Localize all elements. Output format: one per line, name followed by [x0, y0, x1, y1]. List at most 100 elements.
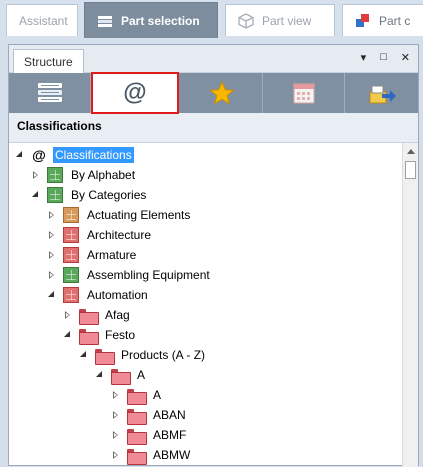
tree-item[interactable]: Assembling Equipment — [47, 265, 212, 285]
tree-item-label: A — [153, 388, 162, 402]
folder-icon — [79, 309, 99, 325]
tab-assistant-label: Assistant — [19, 13, 68, 28]
tree-item[interactable]: Actuating Elements — [47, 205, 192, 225]
folder-icon — [127, 429, 147, 445]
history-button[interactable] — [263, 73, 345, 113]
tree-item-label: Classifications — [53, 147, 134, 163]
tree-item-label: ABAN — [153, 408, 186, 422]
folder-icon — [127, 389, 147, 405]
classifications-button[interactable]: @ — [91, 72, 179, 114]
expanded-arrow-icon[interactable] — [31, 190, 41, 200]
panel-header: Structure ▾ □ ✕ — [9, 45, 418, 73]
tab-part-config[interactable]: Part c — [342, 4, 423, 36]
tree-item-label: By Categories — [71, 188, 147, 202]
books-button[interactable] — [9, 73, 91, 113]
tree-item[interactable]: Products (A - Z) — [79, 345, 207, 365]
close-icon[interactable]: ✕ — [401, 51, 410, 64]
folder-icon — [127, 409, 147, 425]
green-grid-icon — [63, 267, 79, 283]
tree-item-label: Actuating Elements — [87, 208, 191, 222]
export-button[interactable] — [345, 73, 420, 113]
tab-part-selection[interactable]: Part selection — [84, 2, 218, 38]
green-grid-icon — [47, 187, 63, 203]
panel-controls: ▾ □ ✕ — [361, 51, 410, 64]
section-title: Classifications — [9, 113, 418, 143]
tab-part-view[interactable]: Part view — [225, 4, 335, 36]
books-icon — [98, 15, 112, 27]
tree-item[interactable]: Architecture — [47, 225, 153, 245]
scroll-thumb[interactable] — [405, 161, 416, 179]
folder-icon — [111, 369, 131, 385]
books-icon — [37, 83, 62, 102]
tree-item[interactable]: ABMF — [111, 425, 188, 445]
tree-item-label: ABMF — [153, 428, 187, 442]
red-grid-icon — [63, 247, 79, 263]
structure-toolbar: @ — [9, 72, 420, 114]
tree-item-label: By Alphabet — [71, 168, 136, 182]
folder-icon — [127, 449, 147, 465]
favorites-button[interactable] — [181, 73, 263, 113]
structure-panel: Structure ▾ □ ✕ @ Classifications @ Clas… — [8, 44, 420, 467]
expanded-arrow-icon[interactable] — [47, 290, 57, 300]
structure-tab[interactable]: Structure — [13, 49, 84, 73]
collapsed-arrow-icon[interactable] — [111, 430, 121, 440]
tree-item[interactable]: A — [111, 385, 163, 405]
expanded-arrow-icon[interactable] — [95, 370, 105, 380]
collapsed-arrow-icon[interactable] — [47, 250, 57, 260]
tab-part-config-label: Part c — [379, 13, 411, 28]
tab-part-view-label: Part view — [262, 13, 312, 28]
scroll-up-icon[interactable] — [407, 149, 415, 154]
tree-item-label: Products (A - Z) — [121, 348, 206, 362]
expanded-arrow-icon[interactable] — [63, 330, 73, 340]
tree-item[interactable]: A — [95, 365, 147, 385]
tree-item[interactable]: Armature — [47, 245, 138, 265]
document-tabs: Assistant Part selection Part view Part … — [0, 0, 423, 40]
tree-item-label: Assembling Equipment — [87, 268, 210, 282]
folder-icon — [95, 349, 115, 365]
tab-part-selection-label: Part selection — [121, 13, 200, 28]
at-sign-icon: @ — [32, 147, 46, 163]
collapsed-arrow-icon[interactable] — [111, 450, 121, 460]
tree-item-label: Festo — [105, 328, 136, 342]
at-sign-icon: @ — [123, 79, 147, 106]
orange-grid-icon — [63, 207, 79, 223]
tree-item[interactable]: Afag — [63, 305, 132, 325]
cube-icon — [238, 12, 254, 29]
red-grid-icon — [63, 287, 79, 303]
tree-item[interactable]: By Categories — [31, 185, 148, 205]
tree-item-label: Armature — [87, 248, 137, 262]
collapsed-arrow-icon[interactable] — [111, 410, 121, 420]
star-icon — [208, 81, 235, 105]
red-grid-icon — [63, 227, 79, 243]
part-config-icon — [356, 13, 369, 27]
tree-item[interactable]: @ Classifications — [15, 145, 134, 165]
folder-icon — [79, 329, 99, 345]
green-grid-icon — [47, 167, 63, 183]
collapsed-arrow-icon[interactable] — [47, 210, 57, 220]
collapsed-arrow-icon[interactable] — [47, 230, 57, 240]
tree-item[interactable]: ABAN — [111, 405, 188, 425]
structure-tab-label: Structure — [24, 54, 73, 69]
tab-assistant[interactable]: Assistant — [6, 4, 78, 36]
collapsed-arrow-icon[interactable] — [63, 310, 73, 320]
tree-item-label: ABMW — [153, 448, 191, 462]
export-icon — [369, 85, 396, 104]
tree-item[interactable]: ABMW — [111, 445, 192, 465]
tree-item-label: Afag — [105, 308, 130, 322]
classification-tree: @ Classifications By Alphabet By Categor… — [9, 143, 402, 467]
tree-item-label: Automation — [87, 288, 148, 302]
collapsed-arrow-icon[interactable] — [47, 270, 57, 280]
calendar-icon — [293, 83, 314, 104]
tree-item[interactable]: Automation — [47, 285, 150, 305]
tree-item-label: Architecture — [87, 228, 152, 242]
collapsed-arrow-icon[interactable] — [31, 170, 41, 180]
expanded-arrow-icon[interactable] — [15, 150, 25, 160]
maximize-icon[interactable]: □ — [380, 51, 387, 64]
tree-item[interactable]: Festo — [63, 325, 137, 345]
tree-item[interactable]: By Alphabet — [31, 165, 137, 185]
tree-item-label: A — [137, 368, 146, 382]
collapsed-arrow-icon[interactable] — [111, 390, 121, 400]
dropdown-icon[interactable]: ▾ — [361, 51, 367, 64]
expanded-arrow-icon[interactable] — [79, 350, 89, 360]
vertical-scrollbar[interactable] — [402, 143, 418, 467]
